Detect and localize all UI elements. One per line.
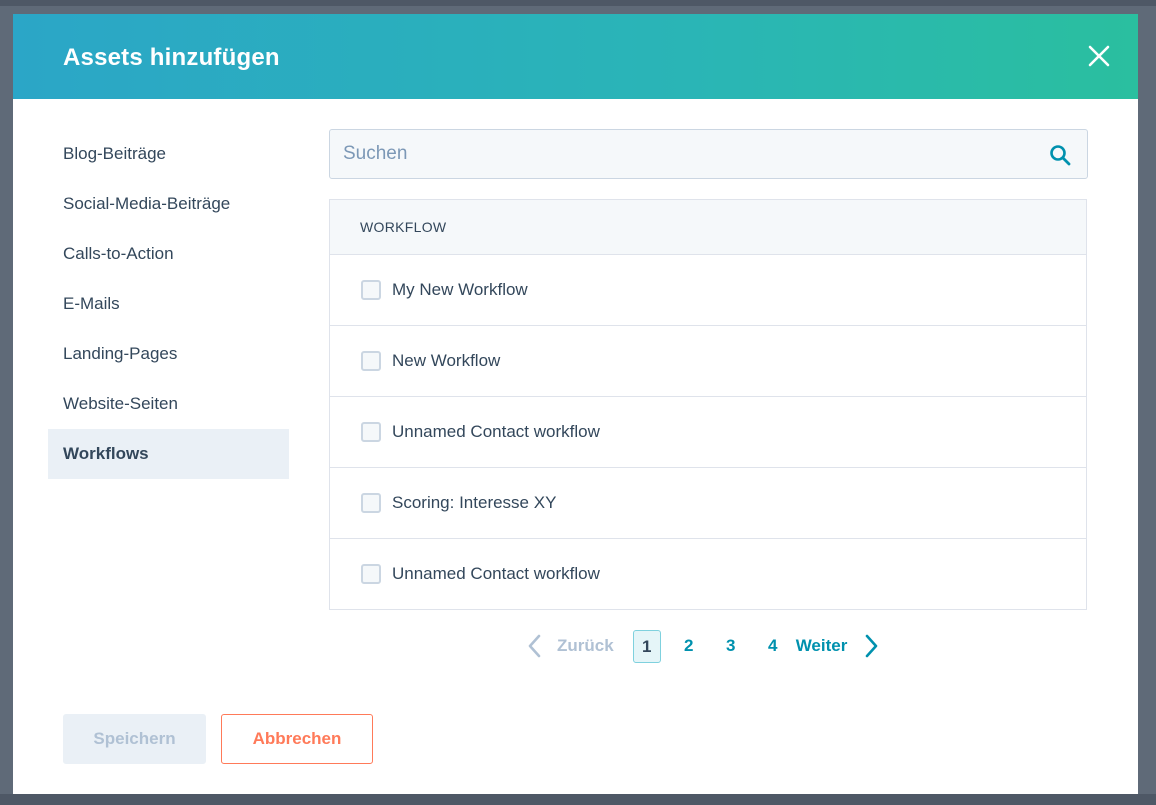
search-box [329, 129, 1088, 179]
sidebar-item-landing-pages[interactable]: Landing-Pages [48, 329, 289, 379]
sidebar-item-social-posts[interactable]: Social-Media-Beiträge [48, 179, 289, 229]
table-header: WORKFLOW [330, 200, 1086, 255]
save-button[interactable]: Speichern [63, 714, 206, 764]
row-label: Unnamed Contact workflow [392, 422, 600, 441]
prev-page-label[interactable]: Zurück [557, 636, 614, 656]
table-row[interactable]: New Workflow [330, 326, 1086, 397]
row-label: My New Workflow [392, 280, 528, 299]
add-assets-modal: Assets hinzufügen Blog-Beiträge Social-M… [13, 14, 1138, 794]
backdrop-bottom [0, 794, 1156, 805]
search-input[interactable] [330, 130, 1087, 178]
cancel-button[interactable]: Abbrechen [221, 714, 373, 764]
chevron-left-icon [528, 634, 541, 658]
table-row[interactable]: Scoring: Interesse XY [330, 468, 1086, 539]
modal-title: Assets hinzufügen [63, 44, 280, 71]
sidebar-item-workflows[interactable]: Workflows [48, 429, 289, 479]
close-button[interactable] [1088, 45, 1110, 67]
row-checkbox[interactable] [361, 351, 381, 371]
prev-page-button[interactable] [523, 633, 545, 659]
row-checkbox[interactable] [361, 493, 381, 513]
next-page-label[interactable]: Weiter [796, 636, 848, 656]
sidebar-item-website-pages[interactable]: Website-Seiten [48, 379, 289, 429]
modal-header: Assets hinzufügen [13, 14, 1138, 99]
sidebar-item-blog-posts[interactable]: Blog-Beiträge [48, 129, 289, 179]
page-3-button[interactable]: 3 [717, 630, 745, 663]
page-1-button[interactable]: 1 [632, 629, 661, 663]
close-icon [1088, 45, 1110, 67]
workflow-table: WORKFLOW My New Workflow New Workflow Un… [329, 199, 1087, 610]
table-row[interactable]: Unnamed Contact workflow [330, 397, 1086, 468]
pagination: Zurück 1 2 3 4 Weiter [523, 629, 883, 663]
row-label: New Workflow [392, 351, 501, 370]
row-checkbox[interactable] [361, 422, 381, 442]
asset-type-sidebar: Blog-Beiträge Social-Media-Beiträge Call… [48, 129, 289, 479]
table-row[interactable]: My New Workflow [330, 255, 1086, 326]
row-checkbox[interactable] [361, 280, 381, 300]
row-label: Unnamed Contact workflow [392, 564, 600, 583]
backdrop-top [0, 0, 1156, 6]
row-label: Scoring: Interesse XY [392, 493, 557, 512]
row-checkbox[interactable] [361, 564, 381, 584]
sidebar-item-emails[interactable]: E-Mails [48, 279, 289, 329]
chevron-right-icon [866, 634, 878, 658]
page-2-button[interactable]: 2 [675, 630, 703, 663]
table-row[interactable]: Unnamed Contact workflow [330, 539, 1086, 609]
sidebar-item-ctas[interactable]: Calls-to-Action [48, 229, 289, 279]
next-page-button[interactable] [861, 633, 883, 659]
search-icon[interactable] [1049, 144, 1071, 166]
page-4-button[interactable]: 4 [759, 630, 787, 663]
